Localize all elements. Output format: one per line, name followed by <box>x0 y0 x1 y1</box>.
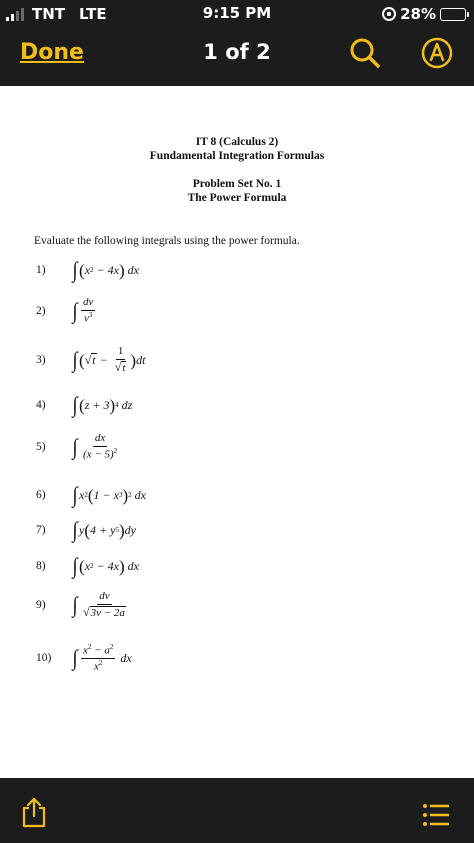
problem-1: 1) ∫(x 2 − 4x) dx <box>36 257 139 282</box>
list-icon <box>423 804 449 826</box>
problem-set-title: Problem Set No. 1 <box>192 178 282 190</box>
problem-4: 4) ∫(z + 3) 4 dz <box>36 392 133 417</box>
problem-6: 6) ∫ x 2(1 − x 3) 2 dx <box>36 482 146 507</box>
top-bar: TNT LTE 9:15 PM 28% Done 1 of 2 <box>0 0 474 86</box>
battery-percent: 28% <box>400 5 436 23</box>
search-icon <box>350 38 380 68</box>
problem-9: 9) ∫ dv √ 3v − 2a <box>36 590 126 619</box>
problem-set-subtitle: The Power Formula <box>187 192 287 204</box>
bottom-toolbar <box>0 778 474 843</box>
search-button[interactable] <box>348 36 382 70</box>
share-button[interactable] <box>20 796 48 828</box>
problem-5: 5) ∫ dx (x − 5)2 <box>36 432 118 461</box>
problem-8: 8) ∫(x 2 − 4x) dx <box>36 553 139 578</box>
list-button[interactable] <box>422 802 450 828</box>
problem-3: 3) ∫(√ t − 1 √ t) dt <box>36 345 146 374</box>
page-indicator: 1 of 2 <box>203 40 271 64</box>
problem-10: 10) ∫ x2 − a2 x2 dx <box>36 642 132 673</box>
document-page: IT 8 (Calculus 2) Fundamental Integratio… <box>0 86 474 778</box>
status-right: 28% <box>382 4 469 24</box>
problem-7: 7) ∫ y(4 + y 5) dy <box>36 517 136 542</box>
viewer-toolbar: Done 1 of 2 <box>0 34 474 78</box>
instructions: Evaluate the following integrals using t… <box>34 235 300 247</box>
markup-button[interactable] <box>420 36 454 70</box>
topic-title: Fundamental Integration Formulas <box>149 150 325 162</box>
rotation-lock-icon <box>382 7 397 21</box>
battery-icon <box>440 7 469 21</box>
course-title: IT 8 (Calculus 2) <box>195 136 279 148</box>
share-icon <box>22 797 46 828</box>
markup-icon <box>421 37 453 69</box>
problem-2: 2) ∫ dv v3 <box>36 296 96 325</box>
